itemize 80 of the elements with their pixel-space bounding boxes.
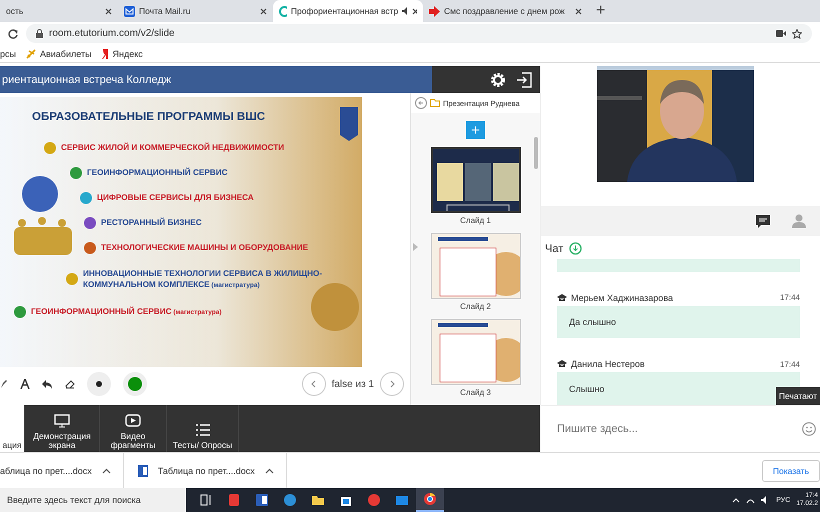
folder-icon: [430, 99, 440, 107]
message-field[interactable]: Пишите здесь...: [555, 422, 802, 436]
toolbar-button[interactable]: ация: [0, 405, 25, 452]
download-icon[interactable]: [569, 242, 582, 255]
page-indicator: false из 1: [332, 378, 374, 390]
browser-tab[interactable]: Профориентационная встр: [273, 0, 423, 22]
eraser-icon[interactable]: [65, 380, 75, 388]
play-icon: [125, 414, 141, 428]
logo-icon: [102, 48, 109, 58]
bookmark[interactable]: рсы: [0, 48, 16, 58]
plane-icon: [26, 48, 36, 58]
color-button[interactable]: [123, 372, 147, 396]
address-field[interactable]: room.etutorium.com/v2/slide: [26, 24, 812, 43]
settings-icon[interactable]: [490, 72, 506, 88]
bookmark[interactable]: Авиабилеты: [26, 48, 92, 58]
slide-heading: ОБРАЗОВАТЕЛЬНЫЕ ПРОГРАММЫ ВШС: [32, 111, 266, 123]
slide-item: ЦИФРОВЫЕ СЕРВИСЫ ДЛЯ БИЗНЕСА: [97, 192, 254, 203]
compass-drawing: [311, 283, 359, 331]
chevron-left-icon: [311, 380, 316, 388]
message-author: Мерьем Хаджиназарова: [571, 292, 674, 303]
close-icon[interactable]: [412, 8, 417, 14]
document-icon: [138, 464, 148, 476]
arrow-icon: [429, 6, 440, 16]
close-icon[interactable]: [575, 8, 582, 14]
close-icon[interactable]: [105, 8, 112, 14]
undo-icon[interactable]: [42, 380, 53, 388]
browser-icon: [282, 492, 298, 508]
brush-size-button[interactable]: [87, 372, 111, 396]
message-time: 17:44: [780, 293, 800, 302]
browser-icon: [366, 492, 382, 508]
figures-drawing: [14, 217, 72, 255]
slide-label: Слайд 2: [460, 302, 491, 312]
browser-tab[interactable]: Почта Mail.ru: [118, 0, 273, 22]
chat-bubble: Да слышно: [557, 306, 800, 338]
chevron-right-icon: [390, 380, 394, 388]
lock-icon: [36, 29, 43, 38]
text-tool-icon[interactable]: [20, 379, 30, 389]
slide-item: ГЕОИНФОРМАЦИОННЫЙ СЕРВИС: [87, 167, 228, 178]
slide-item: СЕРВИС ЖИЛОЙ И КОММЕРЧЕСКОЙ НЕДВИЖИМОСТИ: [61, 142, 284, 153]
slide-item: РЕСТОРАННЫЙ БИЗНЕС: [101, 217, 202, 228]
graduation-cap-icon: [557, 294, 567, 302]
graduation-cap-icon: [557, 360, 567, 368]
browser-icon: [226, 492, 242, 508]
slide-label: Слайд 1: [460, 216, 491, 226]
slide-label: Слайд 3: [460, 388, 491, 397]
emblem-icon: [340, 107, 358, 141]
scrollbar: [534, 137, 538, 169]
speaker-icon: [402, 7, 408, 15]
mail-icon: [124, 6, 135, 16]
back-icon[interactable]: [415, 97, 427, 109]
new-tab-button[interactable]: +: [588, 2, 614, 20]
taskbar-app[interactable]: [416, 488, 444, 512]
message-author: Данила Нестеров: [571, 359, 646, 370]
browser-icon: [422, 491, 438, 507]
emoji-icon[interactable]: [802, 422, 816, 436]
exit-icon[interactable]: [516, 72, 532, 88]
monitor-icon: [54, 414, 70, 428]
caret-icon[interactable]: [102, 468, 111, 474]
reload-icon[interactable]: [8, 28, 18, 38]
browser-tab[interactable]: Смс поздравление с днем рож: [423, 0, 588, 22]
app-icon: [279, 6, 287, 16]
bookmark[interactable]: Яндекс: [102, 48, 143, 58]
slide-item: ТЕХНОЛОГИЧЕСКИЕ МАШИНЫ И ОБОРУДОВАНИЕ: [101, 242, 308, 253]
browser-tab[interactable]: ость: [0, 0, 118, 22]
close-icon[interactable]: [260, 8, 267, 14]
tooltip: Печатают: [776, 387, 820, 405]
show-button[interactable]: Показать: [762, 460, 820, 482]
camera-icon: [776, 30, 786, 37]
globe-drawing: [22, 176, 58, 212]
pen-icon[interactable]: [0, 379, 8, 389]
chat-title: Чат: [545, 242, 564, 254]
search-field[interactable]: Введите здесь текст для поиска: [0, 488, 186, 512]
star-icon[interactable]: [792, 28, 802, 38]
caret-icon[interactable]: [264, 468, 274, 474]
message-time: 17:44: [780, 360, 800, 369]
room-title: риентационная встреча Колледж: [2, 74, 172, 86]
document-icon: [254, 492, 270, 508]
list-icon: [194, 423, 210, 437]
chevron-up-icon[interactable]: [732, 498, 740, 502]
chat-icon[interactable]: [756, 214, 770, 228]
